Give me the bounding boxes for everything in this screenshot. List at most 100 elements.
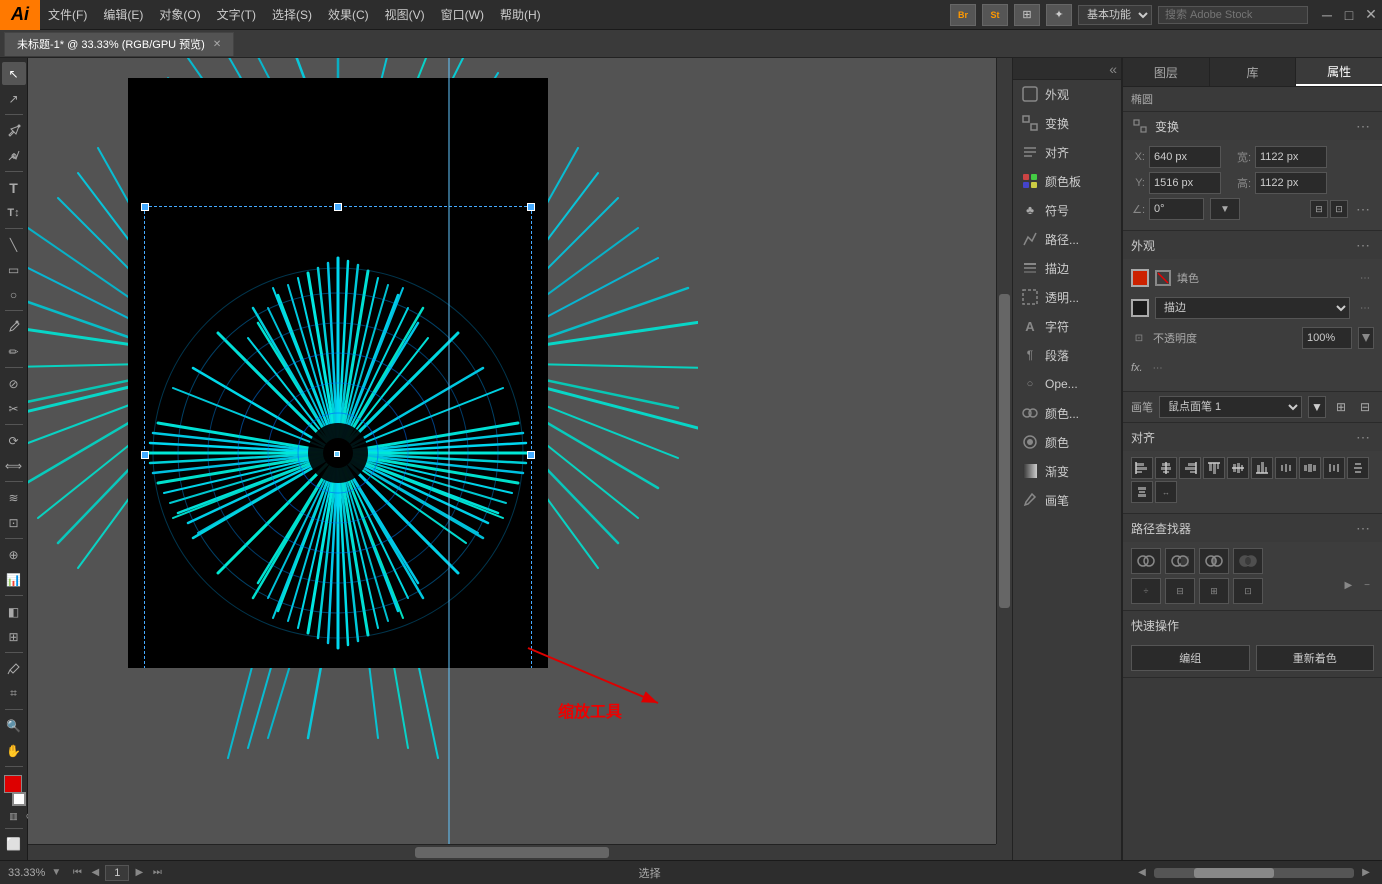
- fill-none-swatch[interactable]: [1155, 270, 1171, 286]
- tool-eyedropper[interactable]: [2, 657, 26, 680]
- tool-artboard[interactable]: ⬜: [2, 833, 26, 856]
- grid-icon-btn[interactable]: ⊞: [1014, 4, 1040, 26]
- status-scroll-thumb[interactable]: [1194, 868, 1274, 878]
- stock-search-input[interactable]: [1158, 6, 1308, 24]
- pf-unite[interactable]: [1131, 548, 1161, 574]
- canvas-scroll-h[interactable]: [28, 844, 996, 860]
- appearance-section-header[interactable]: 外观 ⋯: [1123, 231, 1382, 259]
- canvas-scroll-v[interactable]: [996, 58, 1012, 844]
- transform-btn-2[interactable]: ⊡: [1330, 200, 1348, 218]
- tab-properties[interactable]: 属性: [1296, 58, 1382, 86]
- workspace-select[interactable]: 基本功能: [1078, 5, 1152, 25]
- tool-measure[interactable]: ⌗: [2, 682, 26, 705]
- tool-chart[interactable]: 📊: [2, 568, 26, 591]
- stock-icon-btn[interactable]: St: [982, 4, 1008, 26]
- tab-library[interactable]: 库: [1210, 58, 1297, 86]
- tool-vertical-type[interactable]: T↕: [2, 201, 26, 224]
- transform-more-2[interactable]: ⋯: [1352, 201, 1374, 218]
- distribute-bottom[interactable]: [1131, 481, 1153, 503]
- pf-minus[interactable]: −: [1360, 578, 1374, 604]
- transform-btn-1[interactable]: ⊟: [1310, 200, 1328, 218]
- distribute-spacing[interactable]: ↔: [1155, 481, 1177, 503]
- nav-last-button[interactable]: ⏭: [149, 865, 165, 881]
- nav-next-button[interactable]: ▶: [131, 865, 147, 881]
- x-input[interactable]: [1149, 146, 1221, 168]
- minimize-button[interactable]: ─: [1316, 4, 1338, 26]
- menu-window[interactable]: 窗口(W): [433, 0, 492, 29]
- tool-shape-builder[interactable]: ⊕: [2, 543, 26, 566]
- tool-pencil[interactable]: ✏: [2, 340, 26, 363]
- panel-item-typeface[interactable]: A 字符: [1013, 312, 1121, 340]
- pf-merge[interactable]: ⊞: [1199, 578, 1229, 604]
- opacity-expand[interactable]: [1358, 327, 1374, 349]
- tool-mirror[interactable]: ⟺: [2, 454, 26, 477]
- nav-first-button[interactable]: ⏮: [69, 865, 85, 881]
- transform-more-icon[interactable]: ⋯: [1352, 118, 1374, 135]
- brush-more-2[interactable]: ⊟: [1356, 396, 1374, 418]
- appearance-more-icon[interactable]: ⋯: [1352, 237, 1374, 254]
- panel-item-brush[interactable]: 画笔: [1013, 486, 1121, 514]
- panel-item-symbol[interactable]: ♣ 符号: [1013, 196, 1121, 224]
- pathfinder-more[interactable]: ⋯: [1352, 520, 1374, 537]
- brush-select[interactable]: 鼠点面笔 1: [1159, 396, 1302, 418]
- angle-input[interactable]: [1149, 198, 1204, 220]
- recolor-button[interactable]: 重新着色: [1256, 645, 1375, 671]
- tool-type[interactable]: T: [2, 176, 26, 199]
- menu-file[interactable]: 文件(F): [40, 0, 95, 29]
- tool-brush[interactable]: [2, 315, 26, 338]
- pf-intersect[interactable]: [1199, 548, 1229, 574]
- group-button[interactable]: 编组: [1131, 645, 1250, 671]
- tool-zoom[interactable]: 🔍: [2, 714, 26, 737]
- canvas-area[interactable]: 缩放工具: [28, 58, 1012, 860]
- tool-scissors[interactable]: ✂: [2, 397, 26, 420]
- brush-expand[interactable]: ▼: [1308, 396, 1326, 418]
- angle-dropdown[interactable]: ▼: [1210, 198, 1240, 220]
- fill-more[interactable]: ⋯: [1356, 273, 1374, 284]
- tool-warp[interactable]: ≋: [2, 486, 26, 509]
- pf-expand[interactable]: ▶: [1340, 578, 1356, 604]
- align-right[interactable]: [1179, 457, 1201, 479]
- panel-item-color-groups[interactable]: 颜色...: [1013, 399, 1121, 427]
- panel-item-opentype[interactable]: ○ Ope...: [1013, 370, 1121, 398]
- pf-trim[interactable]: ⊟: [1165, 578, 1195, 604]
- tool-line[interactable]: ╲: [2, 233, 26, 256]
- tool-free-transform[interactable]: ⊡: [2, 511, 26, 534]
- color-mode-gradient[interactable]: ▥: [7, 810, 21, 824]
- opacity-input[interactable]: [1302, 327, 1352, 349]
- brush-more-1[interactable]: ⊞: [1332, 396, 1350, 418]
- distribute-top[interactable]: [1347, 457, 1369, 479]
- scroll-thumb-h[interactable]: [415, 847, 609, 858]
- menu-type[interactable]: 文字(T): [209, 0, 264, 29]
- tool-direct-select[interactable]: ↗: [2, 87, 26, 110]
- tool-mesh[interactable]: ⊞: [2, 625, 26, 648]
- fill-color-swatch[interactable]: [4, 775, 22, 793]
- tool-gradient[interactable]: ◧: [2, 600, 26, 623]
- menu-object[interactable]: 对象(O): [151, 0, 208, 29]
- pathfinder-header[interactable]: 路径查找器 ⋯: [1123, 514, 1382, 542]
- bridge-icon-btn[interactable]: Br: [950, 4, 976, 26]
- status-next-arrow[interactable]: ▶: [1358, 865, 1374, 881]
- menu-select[interactable]: 选择(S): [264, 0, 320, 29]
- panel-item-gradient[interactable]: 渐变: [1013, 457, 1121, 485]
- close-button[interactable]: ✕: [1360, 4, 1382, 26]
- pf-crop[interactable]: ⊡: [1233, 578, 1263, 604]
- tab-close-button[interactable]: ✕: [213, 39, 221, 50]
- panel-collapse-icon[interactable]: «: [1109, 61, 1117, 77]
- menu-edit[interactable]: 编辑(E): [95, 0, 151, 29]
- panel-item-colorboard[interactable]: 颜色板: [1013, 167, 1121, 195]
- panel-item-paragraph[interactable]: ¶ 段落: [1013, 341, 1121, 369]
- menu-help[interactable]: 帮助(H): [492, 0, 549, 29]
- align-section-header[interactable]: 对齐 ⋯: [1123, 423, 1382, 451]
- transform-section-header[interactable]: 变换 ⋯: [1123, 112, 1382, 140]
- page-number-input[interactable]: [105, 865, 129, 881]
- distribute-left[interactable]: [1275, 457, 1297, 479]
- scroll-thumb-v[interactable]: [999, 294, 1010, 608]
- align-more-icon[interactable]: ⋯: [1352, 429, 1374, 446]
- tool-hand[interactable]: ✋: [2, 739, 26, 762]
- status-prev-arrow[interactable]: ◀: [1134, 865, 1150, 881]
- tool-rect[interactable]: ▭: [2, 258, 26, 281]
- pf-divide[interactable]: ÷: [1131, 578, 1161, 604]
- y-input[interactable]: [1149, 172, 1221, 194]
- h-input[interactable]: [1255, 172, 1327, 194]
- align-bottom[interactable]: [1251, 457, 1273, 479]
